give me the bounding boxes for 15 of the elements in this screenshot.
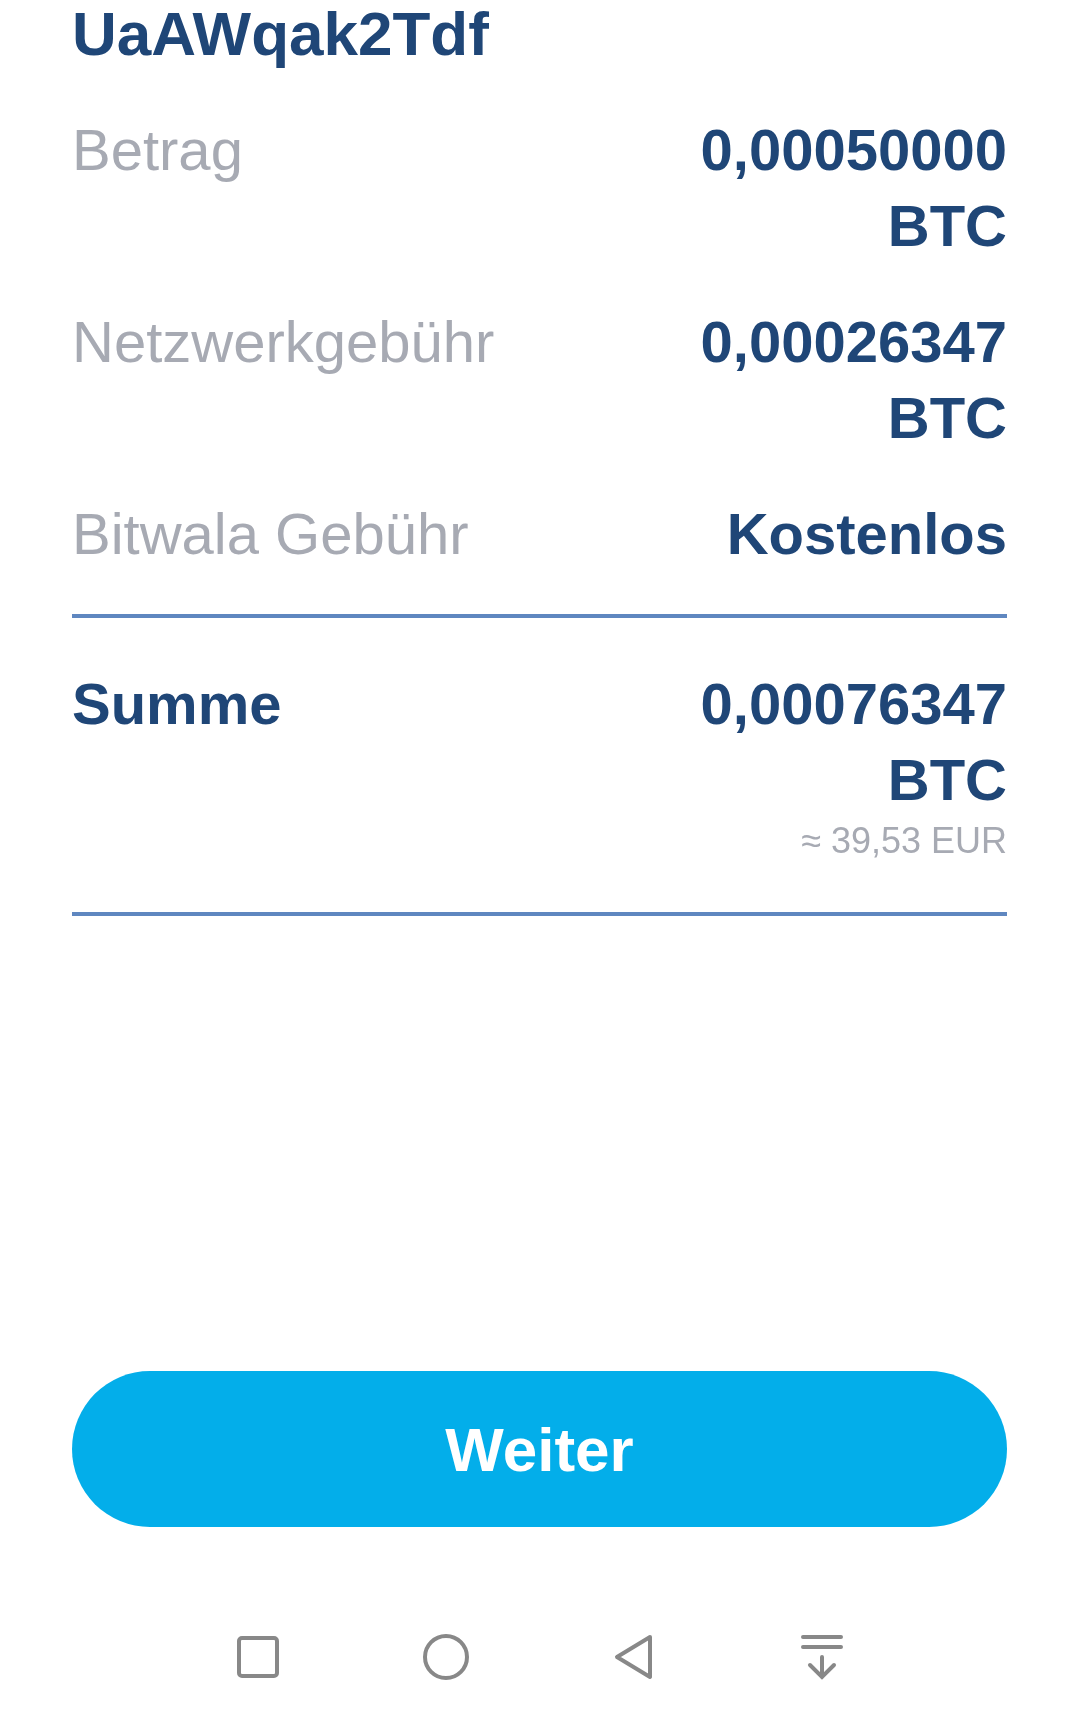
fee-value: Kostenlos: [726, 500, 1007, 569]
home-icon[interactable]: [422, 1633, 470, 1681]
recent-apps-icon[interactable]: [236, 1635, 280, 1679]
fee-value: 0,00050000 BTC: [699, 116, 1007, 261]
fee-value: 0,00026347 BTC: [699, 308, 1007, 453]
notification-pull-icon[interactable]: [800, 1633, 844, 1681]
continue-button[interactable]: Weiter: [72, 1371, 1007, 1527]
fee-label: Bitwala Gebühr: [72, 500, 470, 569]
back-icon[interactable]: [613, 1633, 655, 1681]
total-value: 0,00076347 BTC: [699, 670, 1007, 815]
address-text: UaAWqak2Tdf: [72, 0, 489, 69]
fee-label: Netzwerkgebühr: [72, 308, 496, 377]
fee-label: Betrag: [72, 116, 244, 185]
total-label: Summe: [72, 670, 283, 739]
fiat-estimate: ≈ 39,53 EUR: [801, 820, 1007, 863]
